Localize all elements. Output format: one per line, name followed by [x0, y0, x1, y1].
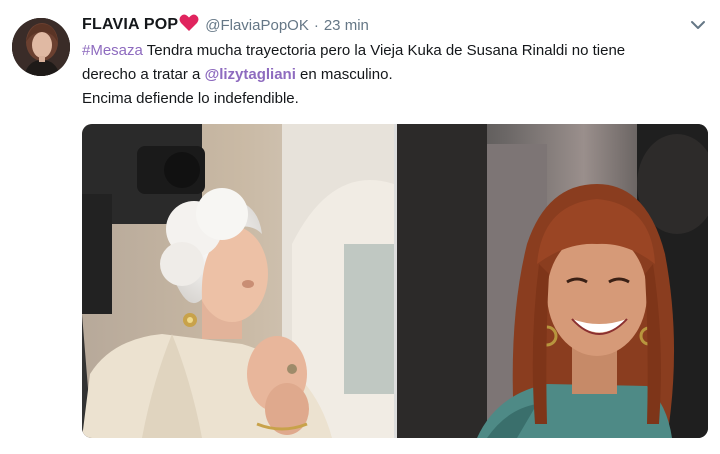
- media-grid: [82, 124, 708, 438]
- tweet-card[interactable]: FLAVIA POP @FlaviaPopOK · 23 min #Mesaza…: [0, 0, 720, 454]
- avatar[interactable]: [12, 18, 70, 76]
- tweet-header: FLAVIA POP @FlaviaPopOK · 23 min: [82, 14, 369, 36]
- heart-icon: [179, 14, 199, 32]
- author-handle[interactable]: @FlaviaPopOK: [205, 17, 309, 34]
- author-name[interactable]: FLAVIA POP: [82, 16, 178, 34]
- mention-link[interactable]: @lizytagliani: [205, 66, 296, 83]
- tweet-text-line-1: #Mesaza Tendra mucha trayectoria pero la…: [82, 39, 702, 63]
- photo-left[interactable]: [82, 124, 394, 438]
- tweet-text-segment: en masculino.: [295, 66, 393, 83]
- avatar-image: [12, 18, 70, 76]
- tweet-text: #Mesaza Tendra mucha trayectoria pero la…: [82, 39, 702, 111]
- tweet-text-segment: Tendra mucha trayectoria pero la Vieja K…: [142, 42, 626, 59]
- hashtag-link[interactable]: #Mesaza: [82, 42, 143, 59]
- photo-right[interactable]: [397, 124, 708, 438]
- separator-dot: ·: [313, 16, 319, 34]
- tweet-timestamp[interactable]: 23 min: [324, 17, 369, 34]
- chevron-down-icon[interactable]: [690, 18, 706, 30]
- tweet-text-line-3: Encima defiende lo indefendible.: [82, 90, 299, 107]
- tweet-text-segment: derecho a tratar a: [82, 66, 205, 83]
- tweet-text-line-2: derecho a tratar a @lizytagliani en masc…: [82, 63, 702, 87]
